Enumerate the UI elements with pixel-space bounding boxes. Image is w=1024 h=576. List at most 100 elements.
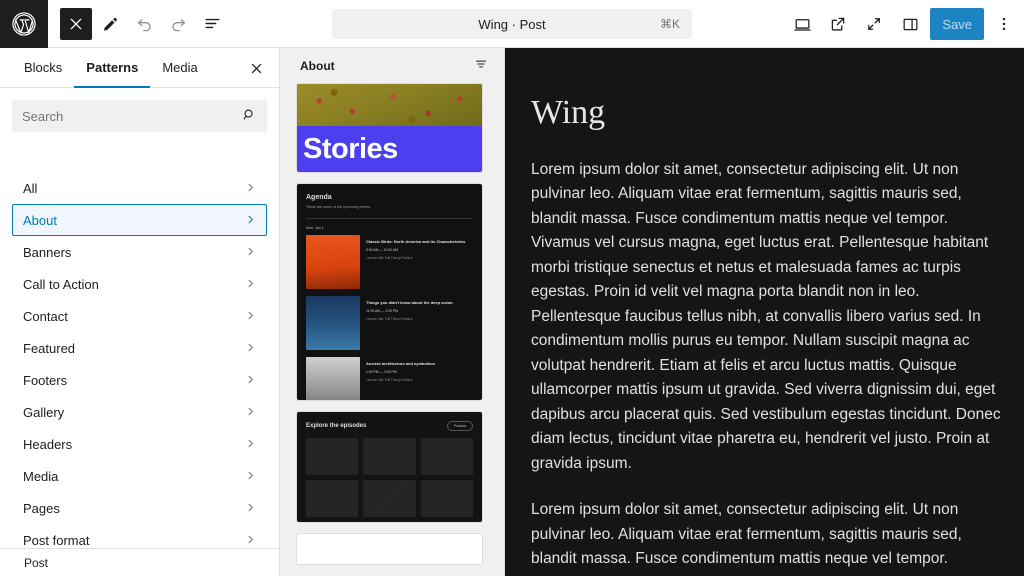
pattern-category-post-format[interactable]: Post format	[12, 524, 267, 548]
fullscreen-expand-icon[interactable]	[858, 8, 890, 40]
pattern-item-agenda[interactable]: Agenda These are some of the upcoming ev…	[297, 184, 482, 400]
agenda-event-row: Things you didn't know about the deep oc…	[306, 296, 473, 350]
episodes-grid	[306, 438, 473, 517]
inserter-footer: Post	[0, 548, 279, 576]
episode-tile	[306, 438, 359, 475]
editor-top-bar: Wing · Post ⌘K Save	[0, 0, 1024, 48]
search-input[interactable]: Search	[12, 100, 267, 132]
pattern-category-media[interactable]: Media	[12, 460, 267, 492]
agenda-heading: Agenda	[306, 194, 332, 201]
chevron-right-icon	[245, 213, 256, 228]
pattern-category-label: Featured	[23, 340, 76, 356]
pattern-category-footers[interactable]: Footers	[12, 364, 267, 396]
pattern-category-featured[interactable]: Featured	[12, 332, 267, 364]
agenda-event-thumbnail	[306, 235, 360, 289]
close-inserter-button[interactable]	[60, 7, 92, 40]
command-bar[interactable]: Wing · Post ⌘K	[332, 9, 692, 39]
agenda-event-location: Lecture Hall, Full Theory Pavilion	[366, 378, 413, 382]
stories-title: Stories	[303, 133, 398, 165]
post-paragraph[interactable]: Lorem ipsum dolor sit amet, consectetur …	[531, 498, 1002, 576]
editor-canvas: Wing Lorem ipsum dolor sit amet, consect…	[505, 48, 1024, 576]
chevron-right-icon	[245, 533, 256, 548]
pattern-category-headers[interactable]: Headers	[12, 428, 267, 460]
pattern-category-banners[interactable]: Banners	[12, 236, 267, 268]
pattern-category-label: Media	[23, 468, 59, 484]
agenda-event-location: Lecture Hall, Full Theory Pavilion	[366, 256, 413, 260]
agenda-day-label: Mon, Jan 1	[306, 226, 324, 230]
pattern-preview-panel: About Stories Agenda These are some of t…	[280, 48, 505, 576]
document-list-view-icon[interactable]	[196, 8, 228, 40]
top-bar-right-tools: Save	[786, 0, 1020, 48]
filter-options-icon[interactable]	[474, 57, 488, 76]
tab-patterns[interactable]: Patterns	[74, 48, 151, 88]
episode-tile	[363, 438, 416, 475]
agenda-event-title: Things you didn't know about the deep oc…	[366, 300, 453, 305]
pattern-list: Stories Agenda These are some of the upc…	[280, 84, 504, 564]
save-button[interactable]: Save	[930, 8, 984, 40]
pattern-category-label: Banners	[23, 244, 72, 260]
pattern-category-call-to-action[interactable]: Call to Action	[12, 268, 267, 300]
pattern-panel-title: About	[300, 59, 335, 73]
search-placeholder: Search	[22, 108, 64, 124]
settings-sidebar-toggle-icon[interactable]	[894, 8, 926, 40]
agenda-event-time: 11:00 AM — 1:00 PM	[366, 309, 398, 313]
agenda-event-row: Classic Birds: North America and its Cha…	[306, 235, 473, 289]
pattern-category-label: Footers	[23, 372, 68, 388]
episodes-heading: Explore the episodes	[306, 423, 367, 429]
agenda-event-title: Ancient architecture and symbolism	[366, 361, 435, 366]
pattern-category-label: Contact	[23, 308, 68, 324]
pattern-item-episodes[interactable]: Explore the episodes Podcast	[297, 412, 482, 522]
pattern-category-contact[interactable]: Contact	[12, 300, 267, 332]
page-title[interactable]: Wing	[505, 48, 1024, 132]
chevron-right-icon	[245, 405, 256, 420]
episode-tile	[420, 480, 473, 517]
agenda-subheading: These are some of the upcoming events.	[306, 205, 372, 209]
undo-arrow-icon[interactable]	[128, 8, 160, 40]
post-content: Lorem ipsum dolor sit amet, consectetur …	[505, 132, 1024, 576]
command-bar-label: Wing · Post	[478, 16, 546, 32]
episode-tile	[306, 480, 359, 517]
pattern-category-label: About	[23, 212, 57, 228]
stories-flower-image	[297, 84, 482, 126]
inserter-tabs: Blocks Patterns Media	[0, 48, 279, 88]
pattern-item-partial[interactable]	[297, 534, 482, 564]
more-options-vertical-icon[interactable]	[988, 8, 1020, 40]
chevron-right-icon	[245, 309, 256, 324]
search-magnifier-icon	[242, 107, 257, 125]
chevron-right-icon	[245, 341, 256, 356]
pattern-category-label: Pages	[23, 500, 60, 516]
redo-arrow-icon[interactable]	[162, 8, 194, 40]
pattern-category-list: All About Banners Call to Action Contact Feat…	[0, 172, 279, 548]
pattern-category-label: All	[23, 180, 38, 196]
chevron-right-icon	[245, 469, 256, 484]
edit-tool-button[interactable]	[94, 8, 126, 40]
tab-media[interactable]: Media	[150, 48, 209, 88]
pattern-category-about[interactable]: About	[12, 204, 267, 236]
chevron-right-icon	[245, 245, 256, 260]
chevron-right-icon	[245, 373, 256, 388]
pattern-category-label: Gallery	[23, 404, 65, 420]
inserter-footer-label: Post	[24, 555, 49, 570]
search-area: Search	[0, 88, 279, 144]
pattern-panel-header: About	[280, 48, 504, 84]
view-external-link-icon[interactable]	[822, 8, 854, 40]
close-icon[interactable]	[241, 53, 271, 83]
agenda-event-thumbnail	[306, 296, 360, 350]
pattern-category-all[interactable]: All	[12, 172, 267, 204]
chevron-right-icon	[245, 181, 256, 196]
agenda-event-time: 1:00 PM — 3:00 PM	[366, 370, 397, 374]
wordpress-logo-icon[interactable]	[0, 0, 48, 48]
agenda-event-thumbnail	[306, 357, 360, 400]
agenda-event-location: Lecture Hall, Full Theory Pavilion	[366, 317, 413, 321]
desktop-preview-icon[interactable]	[786, 8, 818, 40]
pattern-item-stories[interactable]: Stories	[297, 84, 482, 172]
tab-blocks[interactable]: Blocks	[12, 48, 74, 88]
top-bar-left-tools	[48, 7, 228, 40]
pattern-category-gallery[interactable]: Gallery	[12, 396, 267, 428]
agenda-event-time: 9:00 AM — 11:00 AM	[366, 248, 398, 252]
episode-tile	[363, 480, 416, 517]
chevron-right-icon	[245, 437, 256, 452]
post-paragraph[interactable]: Lorem ipsum dolor sit amet, consectetur …	[531, 158, 1002, 476]
pattern-category-pages[interactable]: Pages	[12, 492, 267, 524]
chevron-right-icon	[245, 277, 256, 292]
